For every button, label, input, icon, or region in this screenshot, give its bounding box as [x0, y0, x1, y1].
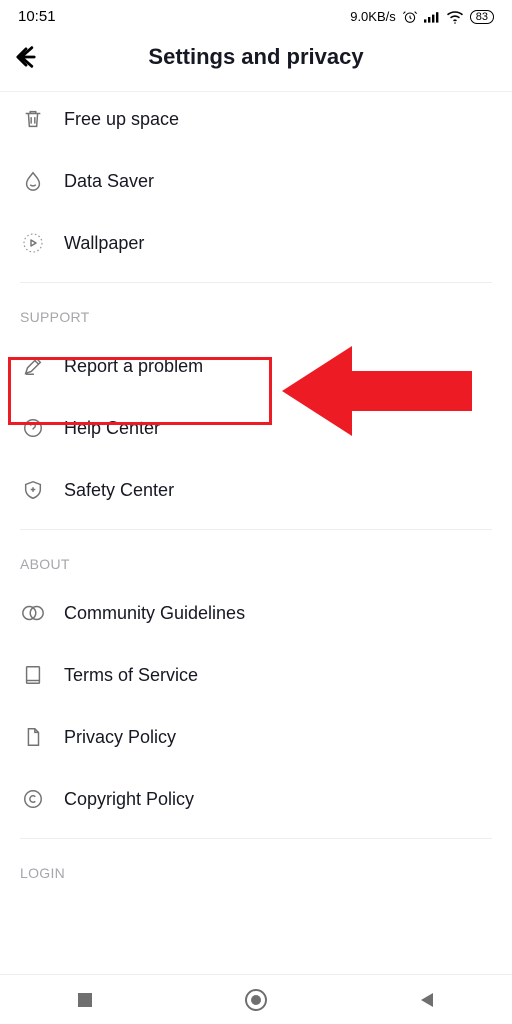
system-nav-bar — [0, 974, 512, 1024]
copyright-icon — [20, 786, 46, 812]
signal-icon — [424, 10, 440, 24]
section-about: ABOUT Community Guidelines Terms of Serv… — [0, 530, 512, 830]
network-speed: 9.0KB/s — [350, 9, 396, 24]
item-label: Free up space — [64, 109, 179, 130]
item-community-guidelines[interactable]: Community Guidelines — [0, 582, 512, 644]
wifi-icon — [446, 10, 464, 24]
page-header: Settings and privacy — [0, 29, 512, 91]
item-terms-of-service[interactable]: Terms of Service — [0, 644, 512, 706]
item-label: Data Saver — [64, 171, 154, 192]
section-header-support: SUPPORT — [0, 283, 512, 335]
item-label: Help Center — [64, 418, 160, 439]
section-cache: Free up space Data Saver Wallpaper — [0, 92, 512, 274]
section-support: SUPPORT Report a problem Help Center Saf… — [0, 283, 512, 521]
status-time: 10:51 — [18, 8, 56, 25]
status-bar: 10:51 9.0KB/s 83 — [0, 0, 512, 29]
droplet-icon — [20, 168, 46, 194]
item-label: Privacy Policy — [64, 727, 176, 748]
nav-home-button[interactable] — [211, 988, 301, 1012]
item-wallpaper[interactable]: Wallpaper — [0, 212, 512, 274]
status-right: 9.0KB/s 83 — [350, 9, 494, 25]
battery-icon: 83 — [470, 10, 494, 24]
section-header-about: ABOUT — [0, 530, 512, 582]
help-icon — [20, 415, 46, 441]
item-data-saver[interactable]: Data Saver — [0, 150, 512, 212]
pencil-icon — [20, 353, 46, 379]
nav-recents-button[interactable] — [40, 991, 130, 1009]
item-privacy-policy[interactable]: Privacy Policy — [0, 706, 512, 768]
circles-icon — [20, 600, 46, 626]
item-report-problem[interactable]: Report a problem — [0, 335, 512, 397]
item-free-up-space[interactable]: Free up space — [0, 92, 512, 150]
section-login: LOGIN — [0, 839, 512, 899]
nav-back-button[interactable] — [382, 990, 472, 1010]
page-title: Settings and privacy — [12, 44, 500, 70]
book-icon — [20, 662, 46, 688]
item-label: Report a problem — [64, 356, 203, 377]
item-label: Community Guidelines — [64, 603, 245, 624]
section-header-login: LOGIN — [0, 839, 512, 899]
item-help-center[interactable]: Help Center — [0, 397, 512, 459]
item-safety-center[interactable]: Safety Center — [0, 459, 512, 521]
item-label: Terms of Service — [64, 665, 198, 686]
alarm-icon — [402, 9, 418, 25]
item-label: Safety Center — [64, 480, 174, 501]
wallpaper-icon — [20, 230, 46, 256]
document-icon — [20, 724, 46, 750]
item-copyright-policy[interactable]: Copyright Policy — [0, 768, 512, 830]
item-label: Wallpaper — [64, 233, 144, 254]
trash-icon — [20, 106, 46, 132]
item-label: Copyright Policy — [64, 789, 194, 810]
shield-icon — [20, 477, 46, 503]
